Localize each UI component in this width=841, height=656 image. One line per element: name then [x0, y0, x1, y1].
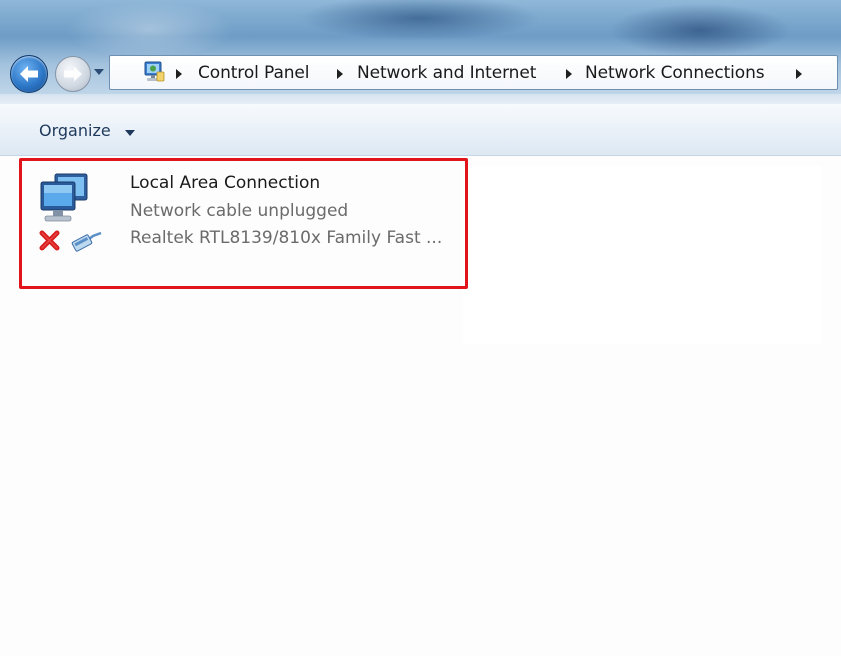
forward-arrow-icon	[64, 66, 82, 82]
forward-button[interactable]	[55, 56, 91, 92]
breadcrumb-network-and-internet[interactable]: Network and Internet	[357, 63, 536, 83]
breadcrumb-network-connections[interactable]: Network Connections	[585, 63, 765, 83]
disconnected-x-icon	[37, 227, 63, 253]
connection-name[interactable]: Local Area Connection	[130, 173, 320, 193]
title-bar-band	[0, 94, 841, 104]
back-arrow-icon	[20, 66, 38, 82]
breadcrumb-control-panel[interactable]: Control Panel	[198, 63, 310, 83]
content-panel	[463, 166, 821, 344]
chevron-down-icon	[94, 69, 104, 75]
back-button[interactable]	[10, 55, 48, 93]
breadcrumb-separator-icon[interactable]	[566, 69, 572, 79]
organize-button[interactable]: Organize	[39, 121, 111, 140]
chevron-down-icon[interactable]	[125, 130, 135, 136]
breadcrumb-separator-icon[interactable]	[176, 69, 182, 79]
command-bar: Organize	[0, 104, 841, 156]
recent-pages-button[interactable]	[92, 64, 106, 80]
address-bar[interactable]: Control Panel Network and Internet Netwo…	[109, 55, 838, 90]
connection-device: Realtek RTL8139/810x Family Fast ...	[130, 228, 443, 248]
breadcrumb-separator-icon[interactable]	[796, 69, 802, 79]
connection-status: Network cable unplugged	[130, 201, 349, 221]
control-panel-icon	[142, 60, 166, 84]
breadcrumb-separator-icon[interactable]	[337, 69, 343, 79]
